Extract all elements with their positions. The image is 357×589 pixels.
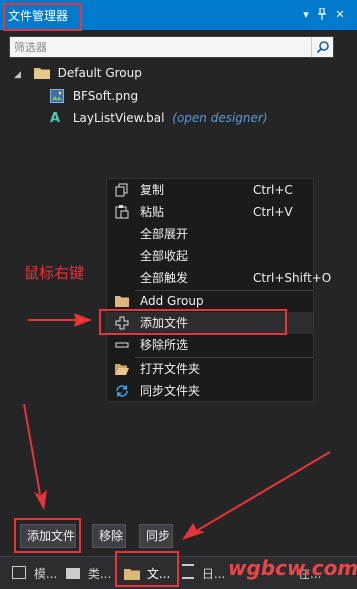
search-button[interactable] <box>311 37 333 57</box>
menu-item-expand-all[interactable]: 全部展开 <box>107 223 313 245</box>
log-icon <box>182 564 194 579</box>
add-file-button-highlight <box>14 518 81 553</box>
folder-icon <box>33 68 50 79</box>
tree-file-row[interactable]: BFSoft.png <box>50 85 138 107</box>
open-designer-link[interactable]: (open designer) <box>172 111 267 125</box>
tab-modules[interactable]: 模... <box>12 563 57 585</box>
minus-icon <box>115 342 129 348</box>
pin-icon[interactable] <box>315 7 329 22</box>
remove-button[interactable]: 移除 <box>92 524 126 548</box>
menu-item-remove-selected[interactable]: 移除所选 <box>107 334 313 356</box>
tree-file-row[interactable]: A LayListView.bal (open designer) <box>50 107 268 129</box>
open-folder-icon <box>115 364 129 375</box>
menu-item-open-folder[interactable]: 打开文件夹 <box>107 358 313 380</box>
book-icon <box>66 568 80 579</box>
menu-item-trigger-all[interactable]: 全部触发 Ctrl+Shift+O <box>107 267 331 289</box>
files-tab-highlight <box>115 551 179 587</box>
tree-group-default[interactable]: ◢ Default Group <box>14 62 142 84</box>
sync-button[interactable]: 同步 <box>139 524 173 548</box>
image-file-icon <box>50 89 64 103</box>
menu-item-paste[interactable]: 粘贴 Ctrl+V <box>107 201 313 223</box>
annotation-label: 鼠标右键 <box>24 264 85 282</box>
tab-classes[interactable]: 类... <box>66 563 111 585</box>
collapse-icon[interactable]: ◢ <box>14 64 28 86</box>
dropdown-icon[interactable]: ▾ <box>299 8 313 22</box>
group-label: Default Group <box>57 66 142 80</box>
paste-icon <box>115 205 129 219</box>
menu-item-sync-folder[interactable]: 同步文件夹 <box>107 380 313 402</box>
search-box <box>9 36 334 58</box>
sync-icon <box>116 385 128 397</box>
context-menu: 复制 Ctrl+C 粘贴 Ctrl+V 全部展开 全部收起 全部触发 Ctrl+Shi… <box>99 178 331 402</box>
search-input[interactable] <box>14 39 304 55</box>
tab-logs[interactable]: 日... <box>182 563 225 585</box>
copy-icon <box>115 183 128 197</box>
title-highlight-box <box>3 3 82 31</box>
file-name: LayListView.bal <box>72 111 165 125</box>
menu-item-copy[interactable]: 复制 Ctrl+C <box>107 179 313 201</box>
add-file-highlight-box <box>99 309 287 335</box>
folder-icon <box>115 296 129 307</box>
menu-item-collapse-all[interactable]: 全部收起 <box>107 245 313 267</box>
layout-file-icon: A <box>50 111 61 126</box>
file-name: BFSoft.png <box>72 89 139 103</box>
search-icon <box>316 41 329 54</box>
close-icon[interactable]: ✕ <box>333 8 347 22</box>
module-icon <box>12 566 26 579</box>
watermark: wgbcw.com <box>228 556 357 580</box>
